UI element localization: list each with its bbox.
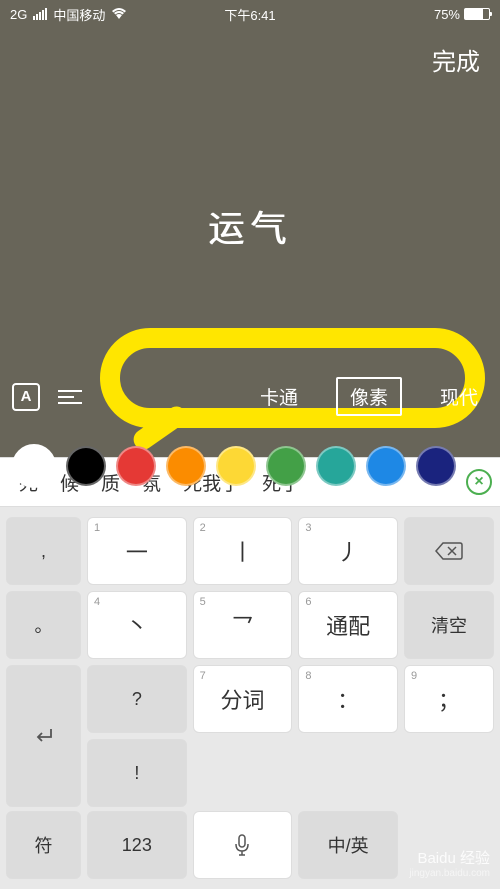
watermark: Baidu 经验 jingyan.baidu.com — [409, 847, 490, 879]
mic-icon — [233, 833, 251, 857]
edit-toolbar: A 卡通 像素 现代 — [0, 361, 500, 432]
backspace-icon — [435, 541, 463, 561]
key-7[interactable]: 7分词 — [193, 665, 293, 733]
color-white[interactable] — [12, 444, 56, 488]
key-backspace[interactable] — [404, 517, 494, 585]
enter-icon — [31, 723, 57, 749]
status-time: 下午6:41 — [170, 5, 330, 24]
font-modern[interactable]: 现代 — [430, 377, 488, 416]
font-cartoon[interactable]: 卡通 — [250, 377, 308, 416]
wifi-icon — [111, 7, 127, 22]
key-1[interactable]: 1一 — [87, 517, 187, 585]
color-orange[interactable] — [166, 446, 206, 486]
done-button[interactable]: 完成 — [432, 42, 480, 77]
key-5[interactable]: 5乛 — [193, 591, 293, 659]
network-type: 2G — [10, 7, 27, 22]
color-palette — [0, 432, 500, 502]
key-space[interactable] — [193, 811, 293, 879]
key-period[interactable]: 。 — [6, 591, 81, 659]
canvas-text: 运气 — [208, 200, 292, 252]
key-enter[interactable] — [6, 665, 81, 807]
color-yellow[interactable] — [216, 446, 256, 486]
color-teal[interactable] — [316, 446, 356, 486]
key-exclaim[interactable]: ! — [87, 739, 187, 807]
color-darkblue[interactable] — [416, 446, 456, 486]
battery-icon — [464, 8, 490, 20]
color-red[interactable] — [116, 446, 156, 486]
key-123[interactable]: 123 — [87, 811, 187, 879]
text-style-button[interactable]: A — [12, 383, 40, 411]
key-clear[interactable]: 清空 — [404, 591, 494, 659]
color-black[interactable] — [66, 446, 106, 486]
key-lang[interactable]: 中/英 — [298, 811, 398, 879]
text-canvas[interactable]: 运气 — [0, 91, 500, 361]
key-4[interactable]: 4丶 — [87, 591, 187, 659]
key-8[interactable]: 8： — [298, 665, 398, 733]
color-green[interactable] — [266, 446, 306, 486]
status-bar: 2G 中国移动 下午6:41 75% — [0, 0, 500, 28]
align-button[interactable] — [58, 390, 82, 404]
font-options: 卡通 像素 现代 — [250, 377, 488, 416]
key-comma[interactable]: , — [6, 517, 81, 585]
key-question[interactable]: ? — [87, 665, 187, 733]
header: 完成 — [0, 28, 500, 91]
keyboard: 死 候 质 氛 死我了 死了 × , 1一 2丨 3丿 。 4丶 5乛 6通配 … — [0, 457, 500, 889]
key-9[interactable]: 9； — [404, 665, 494, 733]
color-blue[interactable] — [366, 446, 406, 486]
font-pixel[interactable]: 像素 — [336, 377, 402, 416]
key-symbol[interactable]: 符 — [6, 811, 81, 879]
key-grid: , 1一 2丨 3丿 。 4丶 5乛 6通配 清空 ? 7分词 8： 9； ! … — [0, 507, 500, 817]
key-6[interactable]: 6通配 — [298, 591, 398, 659]
key-2[interactable]: 2丨 — [193, 517, 293, 585]
carrier-label: 中国移动 — [53, 5, 105, 24]
key-3[interactable]: 3丿 — [298, 517, 398, 585]
battery-percent: 75% — [434, 7, 460, 22]
signal-icon — [33, 8, 47, 20]
